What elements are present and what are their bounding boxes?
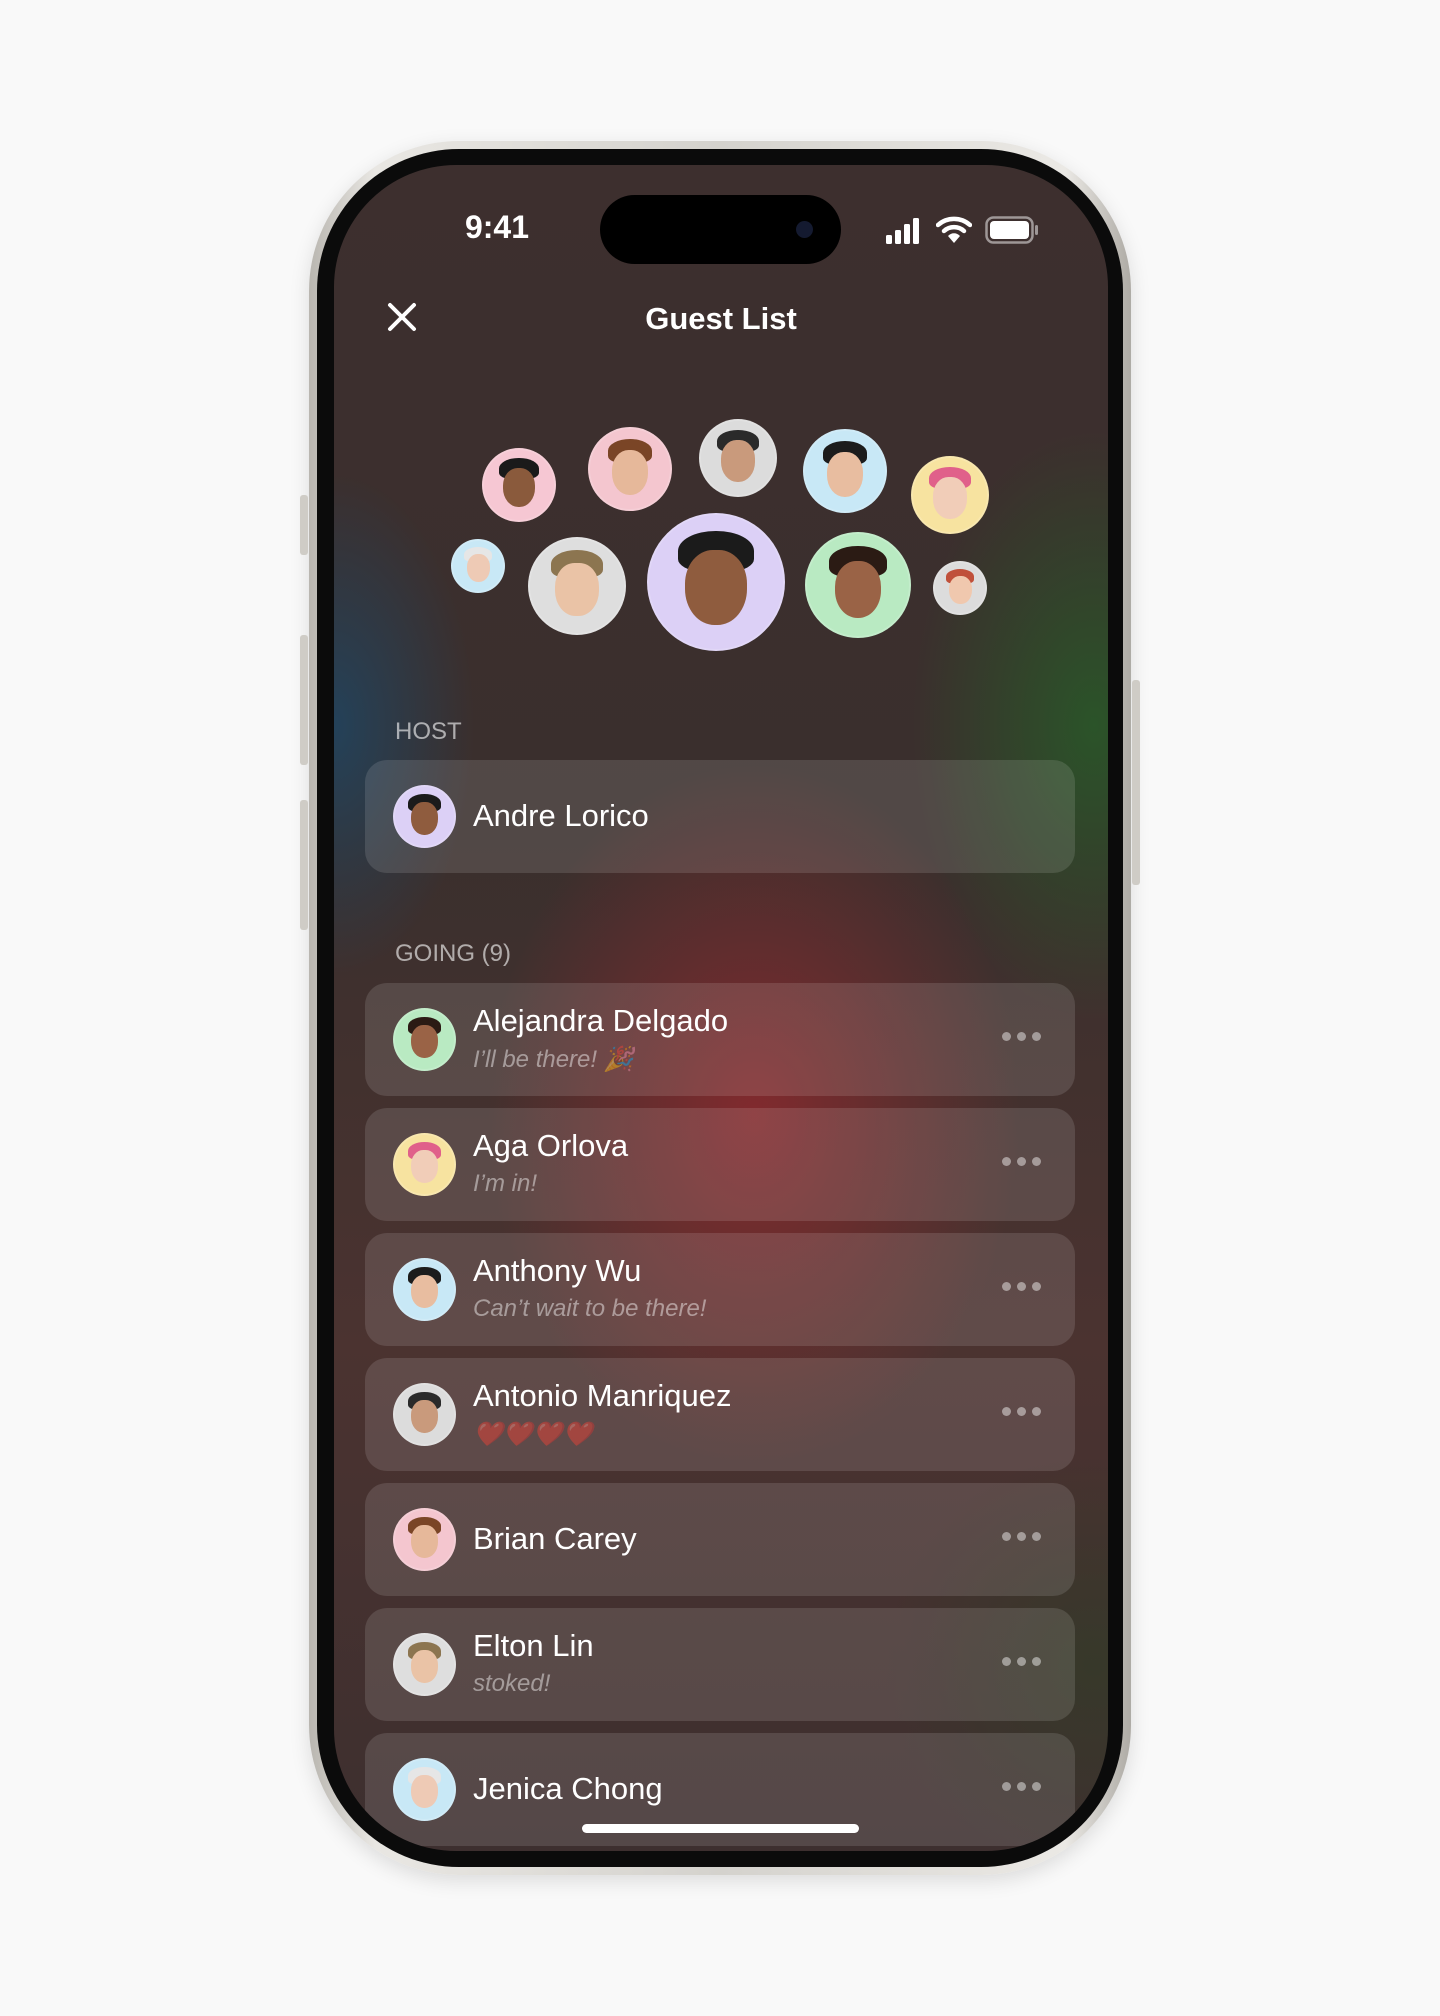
battery-icon: [985, 216, 1038, 244]
guest-status: I’m in!: [473, 1170, 538, 1197]
side-button: [1132, 680, 1140, 885]
guest-name: Elton Lin: [473, 1628, 594, 1663]
cellular-signal-icon: [886, 218, 919, 244]
avatar: [393, 1633, 456, 1696]
avatar: [393, 1258, 456, 1321]
guest-name: Alejandra Delgado: [473, 1003, 729, 1038]
host-name: Andre Lorico: [473, 798, 649, 833]
action-button: [300, 495, 308, 555]
ellipsis-icon[interactable]: [1002, 1532, 1041, 1541]
guest-status: Can’t wait to be there!: [473, 1295, 707, 1322]
wifi-icon: [936, 216, 972, 243]
avatar: [393, 1508, 456, 1571]
avatar: [647, 513, 785, 651]
volume-up-button: [300, 635, 308, 765]
guest-name: Jenica Chong: [473, 1771, 663, 1806]
guest-name: Anthony Wu: [473, 1253, 642, 1288]
page-title: Guest List: [645, 301, 797, 336]
status-time: 9:41: [464, 209, 530, 245]
guest-name: Brian Carey: [473, 1521, 637, 1556]
avatar: [451, 539, 505, 593]
ellipsis-icon[interactable]: [1002, 1657, 1041, 1666]
guest-row[interactable]: Anthony Wu Can’t wait to be there!: [365, 1233, 1075, 1346]
guest-row[interactable]: Brian Carey: [365, 1483, 1075, 1596]
guest-name: Antonio Manriquez: [473, 1378, 732, 1413]
home-indicator[interactable]: [582, 1824, 859, 1833]
screen: 9:41 Guest List HOST Andre Lorico GOING …: [334, 165, 1108, 1851]
guest-row[interactable]: Antonio Manriquez ❤️❤️❤️❤️: [365, 1358, 1075, 1471]
guest-status: I’ll be there! 🎉: [473, 1046, 634, 1073]
host-row[interactable]: Andre Lorico: [365, 760, 1075, 873]
avatar: [393, 1383, 456, 1446]
avatar: [528, 537, 626, 635]
avatar: [911, 456, 989, 534]
guest-status: stoked!: [473, 1670, 551, 1697]
ellipsis-icon[interactable]: [1002, 1407, 1041, 1416]
avatar: [393, 785, 456, 848]
guest-row[interactable]: Elton Lin stoked!: [365, 1608, 1075, 1721]
avatar: [803, 429, 887, 513]
dynamic-island: [600, 195, 841, 264]
avatar: [699, 419, 777, 497]
host-section-label: HOST: [395, 718, 462, 745]
guest-row[interactable]: Aga Orlova I’m in!: [365, 1108, 1075, 1221]
avatar: [933, 561, 987, 615]
ellipsis-icon[interactable]: [1002, 1782, 1041, 1791]
volume-down-button: [300, 800, 308, 930]
guest-name: Aga Orlova: [473, 1128, 629, 1163]
avatar: [805, 532, 911, 638]
avatar: [393, 1133, 456, 1196]
ellipsis-icon[interactable]: [1002, 1157, 1041, 1166]
ellipsis-icon[interactable]: [1002, 1032, 1041, 1041]
going-section-label: GOING (9): [395, 940, 512, 967]
guest-row[interactable]: Alejandra Delgado I’ll be there! 🎉: [365, 983, 1075, 1096]
avatar: [393, 1758, 456, 1821]
ellipsis-icon[interactable]: [1002, 1282, 1041, 1291]
avatar: [482, 448, 556, 522]
avatar: [588, 427, 672, 511]
avatar: [393, 1008, 456, 1071]
guest-status: ❤️❤️❤️❤️: [473, 1421, 593, 1448]
